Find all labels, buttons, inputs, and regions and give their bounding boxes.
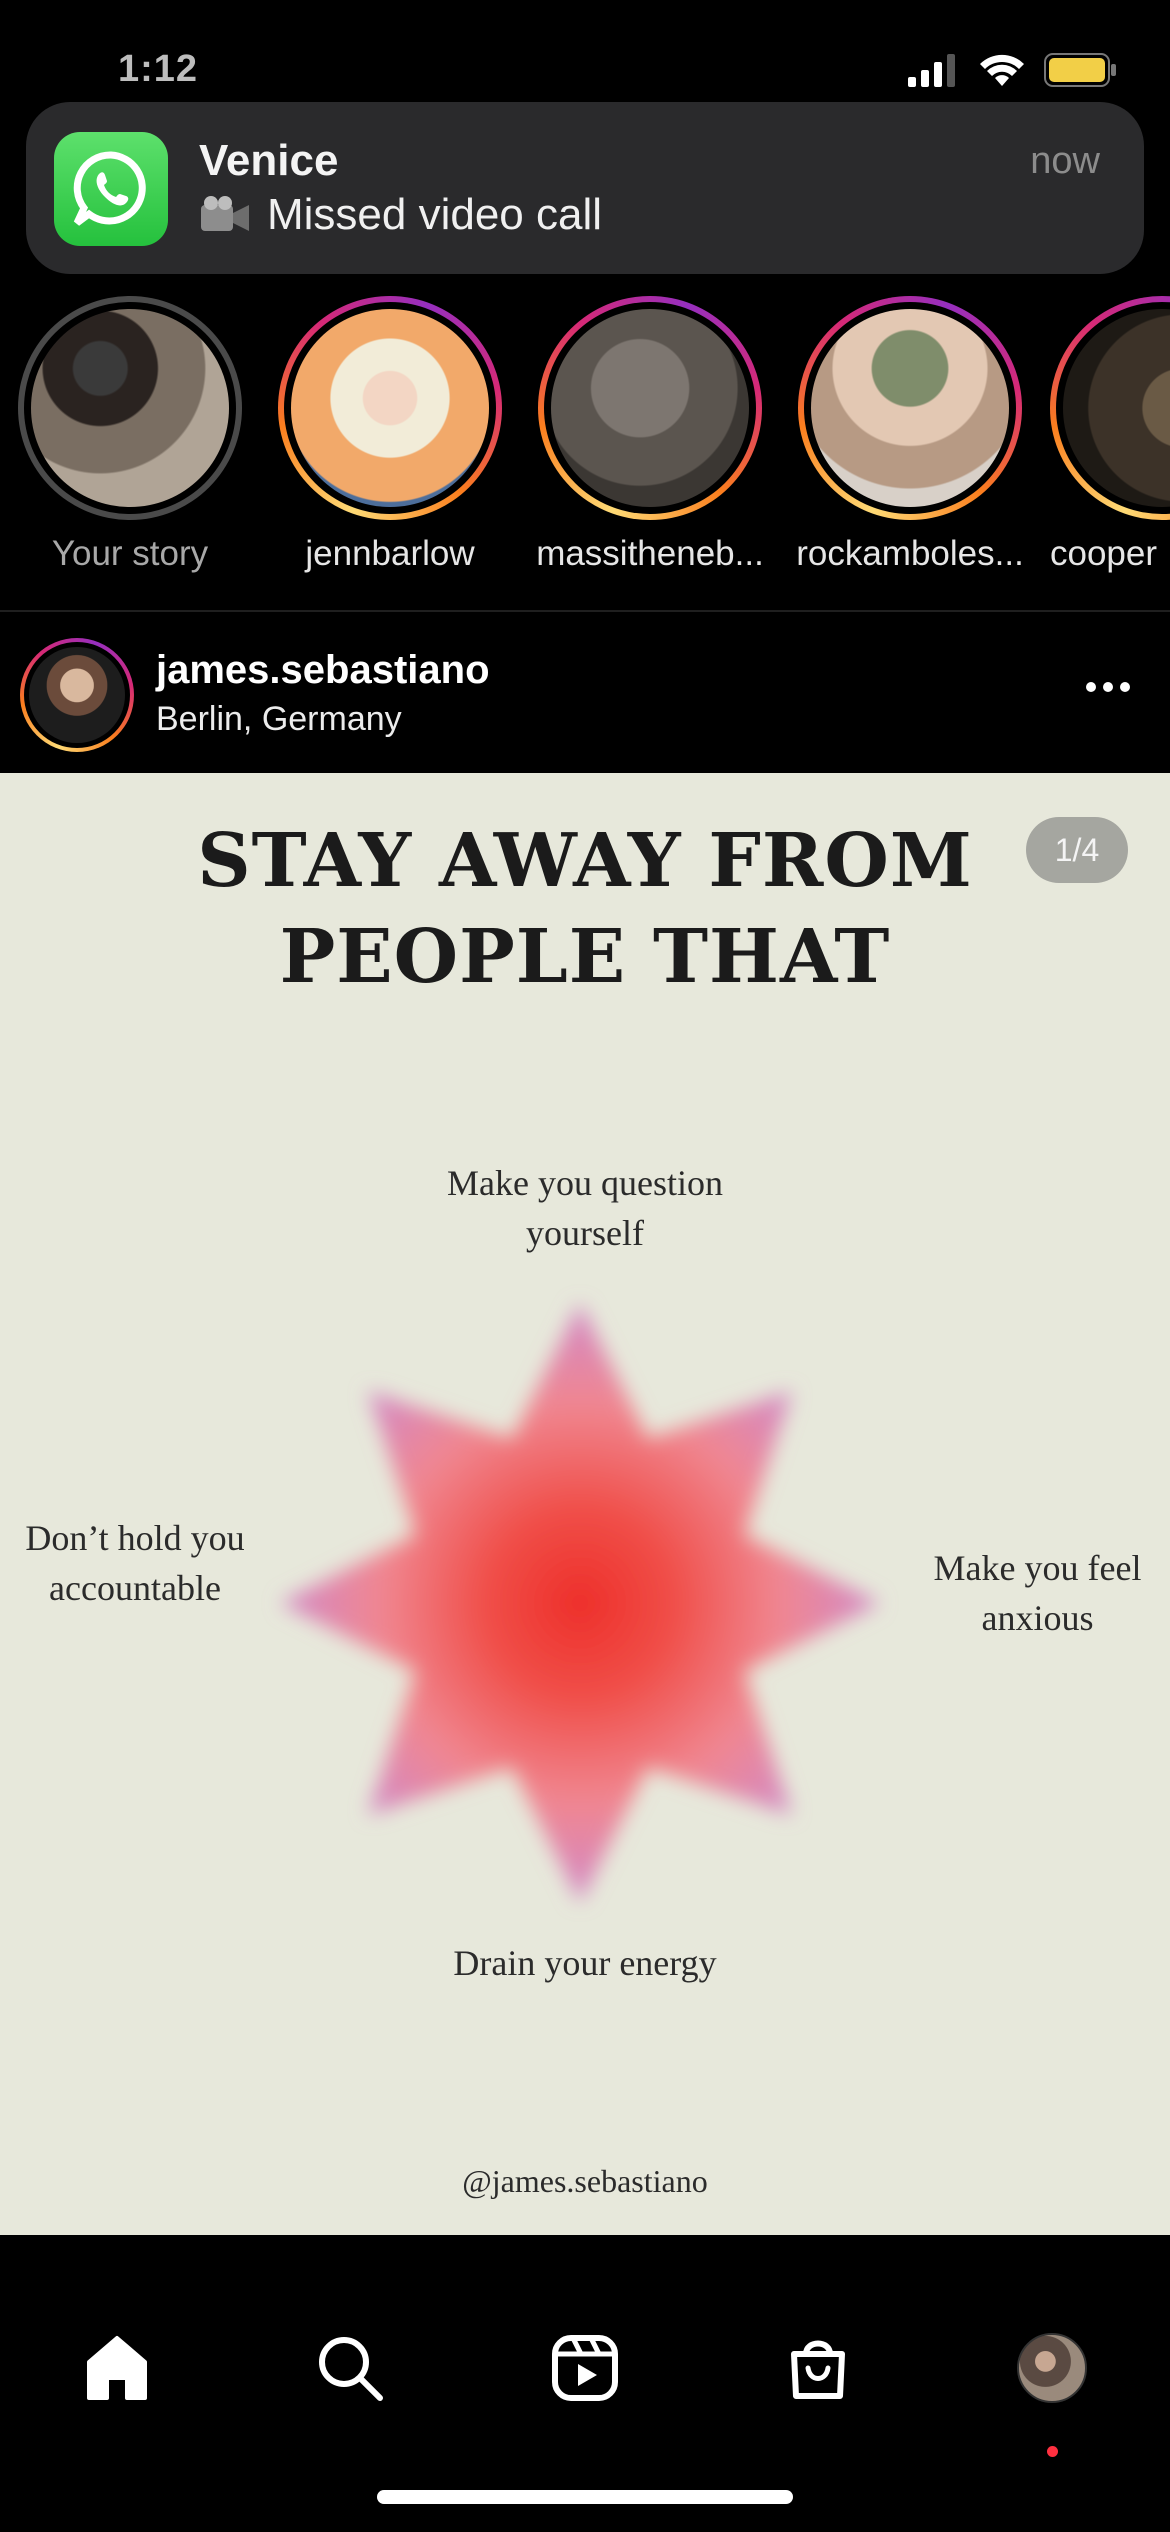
post-location[interactable]: Berlin, Germany [156,700,402,739]
tab-home[interactable] [67,2318,167,2418]
wifi-icon [980,54,1024,86]
notification-title: Venice [199,136,339,185]
status-bar: 1:12 [0,0,1170,110]
avatar [1063,309,1170,507]
star-label-right: Make you feel anxious [933,1548,1142,1638]
tab-search[interactable] [300,2318,400,2418]
post-username[interactable]: james.sebastiano [156,648,490,693]
home-icon [87,2336,147,2400]
more-dots-icon [1103,682,1113,692]
star-label-top: Make you question yourself [447,1163,723,1253]
gradient-star-graphic [240,1263,920,1943]
story-label: massitheneb... [536,534,764,573]
battery-icon [1044,53,1116,87]
story-ring [18,296,242,520]
story-label: jennbarlow [305,534,475,573]
star-label-left: Don’t hold you accountable [25,1518,245,1608]
story-your-story[interactable]: Your story [10,296,250,574]
story-ring [798,296,1022,520]
stories-row[interactable]: Your story jennbarlow massitheneb... roc… [0,296,1170,596]
carousel-page-indicator: 1/4 [1026,817,1128,883]
whatsapp-app-icon [54,132,168,246]
post-header: james.sebastiano Berlin, Germany [0,612,1170,772]
status-icons [908,52,1118,88]
profile-notification-dot [1047,2446,1058,2457]
post-title-line: STAY AWAY FROM [197,818,973,904]
avatar [291,309,489,507]
story-label: cooper [1050,534,1158,573]
story-cooper[interactable]: cooper [1050,296,1170,574]
post-title-line: PEOPLE THAT [279,914,891,1000]
post-actions-peek [0,2235,1170,2280]
whatsapp-logo-icon [73,151,146,226]
avatar [31,309,229,507]
story-ring [538,296,762,520]
reels-icon [552,2335,618,2401]
more-options-button[interactable] [1086,682,1130,692]
notification-time: now [1030,140,1100,182]
more-dots-icon [1120,682,1130,692]
avatar [551,309,749,507]
story-ring [278,296,502,520]
notification-body-text: Missed video call [267,190,603,239]
cellular-signal-icon [908,54,955,87]
status-time: 1:12 [118,48,199,90]
shop-icon [791,2340,845,2399]
profile-avatar [1017,2333,1087,2403]
more-dots-icon [1086,682,1096,692]
story-ring [1050,296,1170,520]
avatar [811,309,1009,507]
home-indicator [377,2490,793,2504]
star-label-bottom: Drain your energy [453,1943,717,1983]
story-rockamboles[interactable]: rockamboles... [790,296,1030,574]
tab-profile[interactable] [1002,2318,1102,2418]
star-shape [280,1303,880,1903]
story-label: Your story [51,534,209,573]
post-author-avatar[interactable] [20,638,134,752]
post-image[interactable]: STAY AWAY FROM PEOPLE THAT 1/4 Make you … [0,773,1170,2235]
post-title: STAY AWAY FROM PEOPLE THAT [0,813,1170,1005]
tab-shop[interactable] [768,2318,868,2418]
tab-reels[interactable] [535,2318,635,2418]
story-massitheneb[interactable]: massitheneb... [530,296,770,574]
whatsapp-notification-banner[interactable]: Venice Missed video call now [26,102,1144,274]
post-image-handle: @james.sebastiano [462,2163,708,2199]
search-icon [319,2337,383,2401]
avatar [29,647,125,743]
notification-body: Missed video call [199,190,602,240]
video-camera-icon [201,196,249,231]
instagram-feed-screen: 1:12 Venice Missed video call now Your s… [0,0,1170,2532]
story-jennbarlow[interactable]: jennbarlow [270,296,510,574]
story-label: rockamboles... [796,534,1024,573]
